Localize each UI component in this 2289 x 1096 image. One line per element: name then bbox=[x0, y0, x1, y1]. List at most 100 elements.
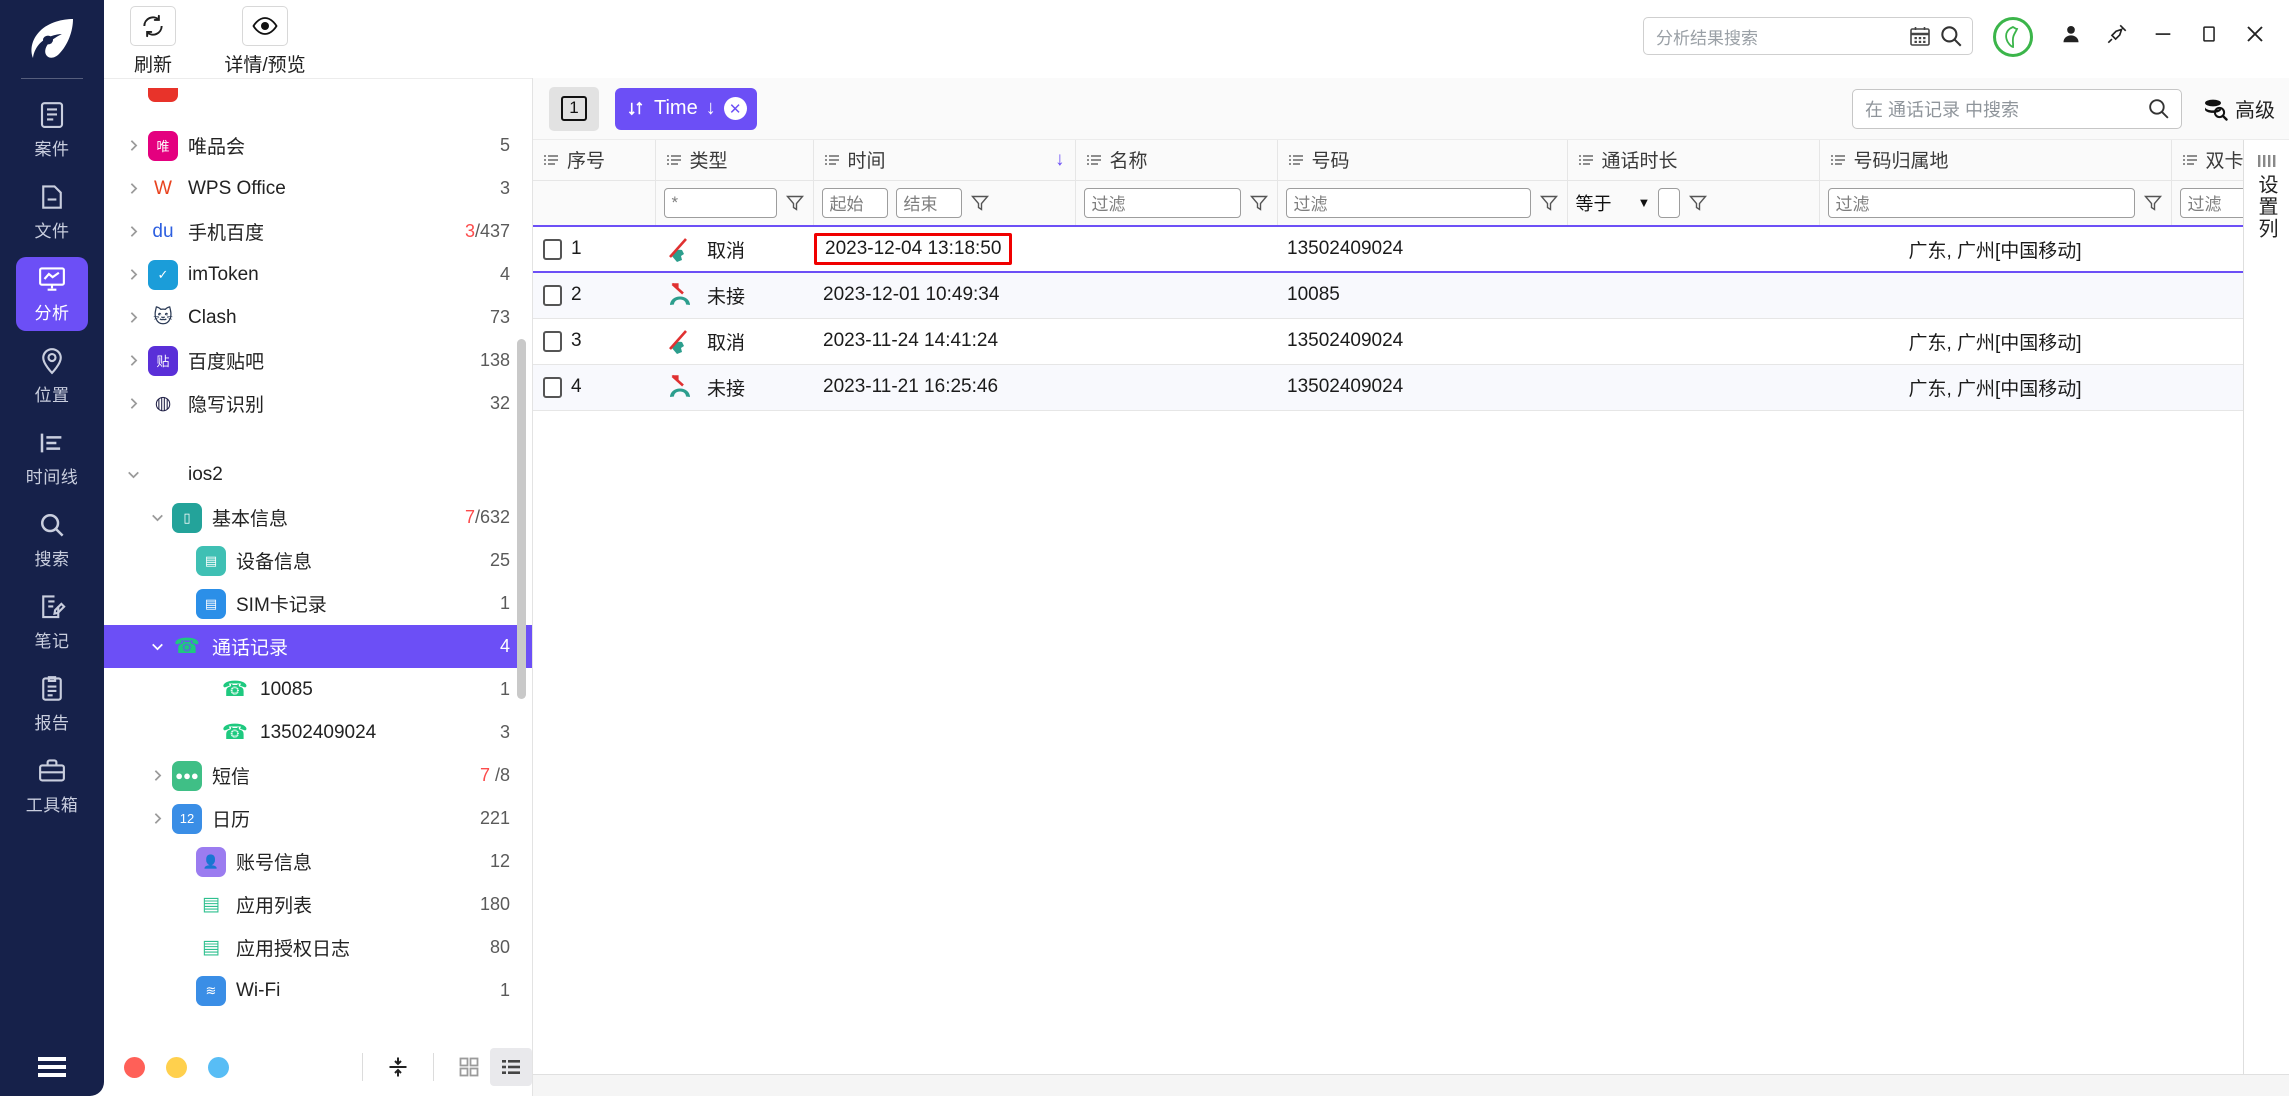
time-end-input[interactable]: 结束 bbox=[895, 187, 962, 218]
tree-item[interactable]: ☎ 10085 1 bbox=[104, 668, 532, 711]
sidebar-item-timeline[interactable]: 时间线 bbox=[16, 421, 88, 495]
tag-dot-red[interactable] bbox=[124, 1056, 145, 1078]
tree-expander[interactable] bbox=[118, 180, 148, 197]
tree-expander[interactable] bbox=[118, 395, 148, 412]
column-menu-button[interactable] bbox=[1288, 152, 1304, 168]
column-menu-button[interactable] bbox=[2182, 152, 2198, 168]
refresh-button[interactable]: 刷新 bbox=[104, 0, 202, 77]
tree-item[interactable]: ☎ 13502409024 3 bbox=[104, 711, 532, 754]
tree-item[interactable]: ▤ 应用列表 180 bbox=[104, 883, 532, 926]
column-menu-button[interactable] bbox=[824, 152, 840, 168]
sidebar-item-note[interactable]: 笔记 bbox=[16, 585, 88, 659]
table-row[interactable]: 4 未接 2023-11-21 16:25:46 13502409024 广东, 广州[… bbox=[533, 364, 2243, 411]
column-header-duration[interactable]: 通话时长 bbox=[1567, 140, 1820, 181]
column-header-idx[interactable]: 序号 bbox=[533, 140, 656, 181]
calendar-button[interactable] bbox=[1908, 24, 1932, 48]
type-filter-input[interactable]: * bbox=[663, 187, 777, 218]
row-checkbox[interactable] bbox=[543, 330, 562, 352]
sort-chip-time[interactable]: Time ↓ ✕ bbox=[615, 87, 757, 130]
row-checkbox[interactable] bbox=[543, 284, 562, 306]
column-header-name[interactable]: 名称 bbox=[1075, 140, 1278, 181]
search-icon[interactable] bbox=[2146, 96, 2171, 121]
tree-item[interactable]: ▯ 基本信息 7/632 bbox=[104, 496, 532, 539]
column-header-region[interactable]: 号码归属地 bbox=[1819, 140, 2172, 181]
hamburger-menu-button[interactable] bbox=[0, 1056, 104, 1078]
preview-button[interactable]: 详情/预览 bbox=[202, 0, 328, 77]
column-header-time[interactable]: 时间 ↓ bbox=[813, 140, 1076, 181]
column-menu-icon[interactable] bbox=[666, 152, 682, 168]
global-search-box[interactable]: 分析结果搜索 bbox=[1643, 17, 1973, 55]
tree-item[interactable]: W WPS Office 3 bbox=[104, 167, 532, 210]
filter-funnel-icon[interactable] bbox=[970, 193, 990, 213]
collapse-rows-button[interactable] bbox=[377, 1048, 419, 1086]
page-indicator[interactable]: 1 bbox=[549, 86, 599, 131]
column-menu-button[interactable] bbox=[543, 152, 559, 168]
table-row[interactable]: 2 未接 2023-12-01 10:49:34 10085 bbox=[533, 272, 2243, 319]
tree-item[interactable]: ▤ SIM卡记录 1 bbox=[104, 582, 532, 625]
column-header-simflag[interactable]: 双卡标识 bbox=[2171, 140, 2243, 181]
tree-item[interactable]: ●●● 短信 7 /8 bbox=[104, 754, 532, 797]
tree-expander[interactable] bbox=[142, 638, 172, 655]
panel-search-box[interactable]: 在 通话记录 中搜索 bbox=[1852, 88, 2182, 129]
tree-item[interactable]: 唯唯品会 5 bbox=[104, 124, 532, 167]
advanced-search-button[interactable]: 高级 bbox=[2202, 94, 2275, 123]
tree-item[interactable]: ▤ 设备信息 25 bbox=[104, 539, 532, 582]
global-search-input[interactable]: 分析结果搜索 bbox=[1656, 24, 1902, 49]
time-start-input[interactable]: 起始 bbox=[821, 187, 888, 218]
row-checkbox[interactable] bbox=[543, 238, 562, 260]
sidebar-item-file[interactable]: 文件 bbox=[16, 175, 88, 249]
tree-item[interactable]: ◍ 隐写识别 32 bbox=[104, 382, 532, 425]
sidebar-item-toolbox[interactable]: 工具箱 bbox=[16, 749, 88, 823]
row-checkbox[interactable] bbox=[543, 376, 562, 398]
sidebar-item-analysis[interactable]: 分析 bbox=[16, 257, 88, 331]
table-row[interactable]: 1 取消 2023-12-04 13:18:50 13502409024 广东, 广州[… bbox=[533, 225, 2243, 273]
tree-expander[interactable] bbox=[118, 352, 148, 369]
duration-value-input[interactable] bbox=[1658, 187, 1681, 218]
number-filter-input[interactable]: 过滤 bbox=[1285, 187, 1531, 218]
column-menu-button[interactable] bbox=[1578, 152, 1594, 168]
duration-operator-select[interactable]: 等于 ▼ bbox=[1576, 190, 1651, 216]
tree-expander[interactable] bbox=[118, 309, 148, 326]
tree-expander[interactable] bbox=[118, 137, 148, 154]
global-search-button[interactable] bbox=[1938, 23, 1964, 49]
column-menu-button[interactable] bbox=[1086, 152, 1102, 168]
sidebar-item-location[interactable]: 位置 bbox=[16, 339, 88, 413]
column-sort-indicator[interactable]: ↓ bbox=[1055, 149, 1065, 171]
filter-funnel-icon[interactable] bbox=[785, 193, 805, 213]
tree-expander[interactable] bbox=[142, 810, 172, 827]
tree-item[interactable]: 🐱 Clash 73 bbox=[104, 296, 532, 339]
maximize-button[interactable] bbox=[2197, 21, 2221, 47]
tree-item[interactable]: 12 日历 221 bbox=[104, 797, 532, 840]
column-menu-icon[interactable] bbox=[543, 152, 559, 168]
table-row[interactable]: 3 取消 2023-11-24 14:41:24 13502409024 广东, 广州[… bbox=[533, 318, 2243, 365]
column-header-number[interactable]: 号码 bbox=[1277, 140, 1568, 181]
evidence-tree[interactable]: 唯唯品会 5 W WPS Office 3 du 手机百度 3/437 ✓ imToken 4 🐱 Cl… bbox=[104, 79, 532, 1038]
column-menu-icon[interactable] bbox=[1830, 152, 1846, 168]
filter-funnel-icon[interactable] bbox=[1688, 193, 1708, 213]
grid-view-button[interactable] bbox=[448, 1048, 490, 1086]
tree-item[interactable]: 👤 账号信息 12 bbox=[104, 840, 532, 883]
column-menu-icon[interactable] bbox=[824, 152, 840, 168]
settings-column-strip[interactable]: 设置列 bbox=[2243, 140, 2289, 1074]
tag-dot-blue[interactable] bbox=[208, 1056, 229, 1078]
tree-expander[interactable] bbox=[142, 509, 172, 526]
minimize-button[interactable] bbox=[2151, 21, 2175, 47]
column-menu-icon[interactable] bbox=[1578, 152, 1594, 168]
simflag-filter-input[interactable]: 过滤 bbox=[2179, 187, 2243, 218]
tree-expander[interactable] bbox=[142, 767, 172, 784]
tree-expander[interactable] bbox=[118, 266, 148, 283]
tree-expander[interactable] bbox=[118, 466, 148, 483]
tree-item[interactable]: ☎ 通话记录 4 bbox=[104, 625, 532, 668]
column-menu-icon[interactable] bbox=[1288, 152, 1304, 168]
filter-funnel-icon[interactable] bbox=[1249, 193, 1269, 213]
close-button[interactable] bbox=[2243, 21, 2267, 47]
column-menu-button[interactable] bbox=[1830, 152, 1846, 168]
name-filter-input[interactable]: 过滤 bbox=[1083, 187, 1241, 218]
app-logo[interactable] bbox=[0, 0, 104, 78]
filter-funnel-icon[interactable] bbox=[1539, 193, 1559, 213]
tree-expander[interactable] bbox=[118, 223, 148, 240]
list-view-button[interactable] bbox=[490, 1048, 532, 1086]
region-filter-input[interactable]: 过滤 bbox=[1827, 187, 2135, 218]
tree-item[interactable]: ios2 bbox=[104, 453, 532, 496]
column-menu-button[interactable] bbox=[666, 152, 682, 168]
